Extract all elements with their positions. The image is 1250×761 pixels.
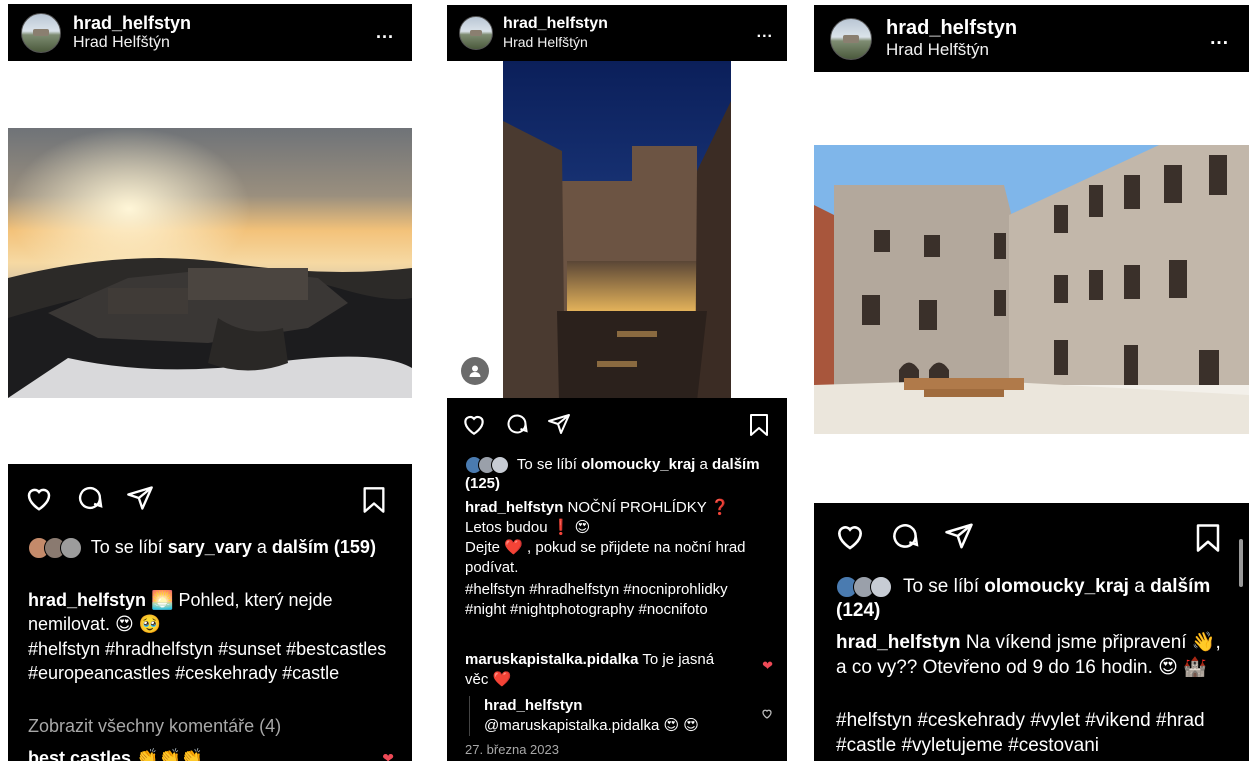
post-caption: hrad_helfstyn Na víkend jsme připravení …: [814, 630, 1249, 680]
post-username[interactable]: hrad_helfstyn: [886, 17, 1017, 40]
comment-like-icon[interactable]: ❤: [382, 750, 394, 761]
likes-prefix: To se líbí: [90, 537, 163, 557]
post-card-1: hrad_helfstyn Hrad Helfštýn ... To se lí…: [8, 4, 412, 761]
post-footer: To se líbí olomoucky_kraj a dalším (124)…: [814, 503, 1249, 761]
caption-username[interactable]: hrad_helfstyn: [465, 499, 563, 516]
post-card-2: hrad_helfstyn Hrad Helfštýn ... To se lí…: [447, 5, 787, 761]
comment-username[interactable]: best.castles: [28, 748, 131, 761]
likes-user-link[interactable]: olomoucky_kraj: [984, 576, 1129, 597]
share-icon[interactable]: [126, 484, 154, 512]
reply-like-icon[interactable]: [761, 706, 773, 724]
comment-icon[interactable]: [890, 521, 920, 551]
likes-and: a: [256, 537, 267, 557]
likes-and: a: [699, 456, 708, 473]
courtyard-day-image: [814, 145, 1249, 434]
likes-others-link[interactable]: dalším (159): [272, 537, 376, 557]
share-icon[interactable]: [547, 412, 571, 436]
comment-username[interactable]: maruskapistalka.pidalka: [465, 651, 638, 668]
likes-prefix: To se líbí: [516, 456, 577, 473]
reply-row: hrad_helfstyn @maruskapistalka.pidalka 😍…: [469, 696, 747, 736]
post-header: hrad_helfstyn Hrad Helfštýn ...: [8, 4, 412, 61]
night-courtyard-image: [447, 61, 787, 401]
post-footer: To se líbí sary_vary a dalším (159) hrad…: [8, 464, 412, 761]
bookmark-icon[interactable]: [749, 413, 769, 442]
likers-avatars[interactable]: [836, 575, 898, 598]
post-footer: To se líbí olomoucky_kraj a dalším (125)…: [447, 398, 787, 761]
post-hashtags[interactable]: #helfstyn #hradhelfstyn #sunset #bestcas…: [8, 637, 412, 685]
comment-text: 👏👏👏: [136, 748, 204, 761]
post-location[interactable]: Hrad Helfštýn: [73, 33, 191, 52]
likes-summary: To se líbí sary_vary a dalším (159): [8, 536, 412, 560]
bookmark-icon[interactable]: [1195, 523, 1221, 558]
action-bar: [834, 521, 974, 551]
post-photo[interactable]: [8, 128, 412, 398]
sunset-castle-image: [8, 128, 412, 398]
post-hashtags[interactable]: #helfstyn #ceskehrady #vylet #vikend #hr…: [814, 708, 1249, 758]
more-options-icon[interactable]: ...: [757, 24, 773, 42]
profile-avatar[interactable]: [21, 12, 61, 53]
post-header: hrad_helfstyn Hrad Helfštýn ...: [814, 5, 1249, 72]
profile-avatar[interactable]: [459, 16, 493, 50]
likes-summary: To se líbí olomoucky_kraj a dalším (125): [447, 455, 787, 493]
post-caption: hrad_helfstyn NOČNÍ PROHLÍDKY ❓ Letos bu…: [447, 498, 787, 538]
like-icon[interactable]: [834, 521, 866, 551]
caption-text-line-2: Dejte ❤️ , pokud se přijdete na noční hr…: [465, 539, 746, 576]
tagged-person-icon[interactable]: [461, 357, 489, 385]
action-bar: [461, 412, 571, 436]
post-header: hrad_helfstyn Hrad Helfštýn ...: [447, 5, 787, 61]
likers-avatars[interactable]: [28, 537, 86, 560]
caption-username[interactable]: hrad_helfstyn: [836, 632, 961, 653]
more-options-icon[interactable]: ...: [1210, 28, 1229, 50]
profile-avatar[interactable]: [830, 17, 872, 60]
post-location[interactable]: Hrad Helfštýn: [503, 34, 608, 51]
comment-row: maruskapistalka.pidalka To je jasná věc …: [447, 650, 787, 690]
post-location[interactable]: Hrad Helfštýn: [886, 40, 1017, 60]
bookmark-icon[interactable]: [362, 486, 386, 519]
likes-and: a: [1134, 576, 1145, 597]
post-date: 27. března 2023: [465, 742, 559, 757]
post-caption: hrad_helfstyn 🌅 Pohled, který nejde nemi…: [8, 588, 412, 636]
view-all-comments-link[interactable]: Zobrazit všechny komentáře (4): [8, 716, 412, 737]
like-icon[interactable]: [461, 412, 487, 436]
likers-avatars[interactable]: [465, 456, 513, 475]
post-photo[interactable]: [814, 145, 1249, 434]
post-username[interactable]: hrad_helfstyn: [73, 13, 191, 34]
comment-icon[interactable]: [505, 412, 529, 436]
more-options-icon[interactable]: ...: [376, 22, 394, 43]
likes-summary: To se líbí olomoucky_kraj a dalším (124): [814, 575, 1249, 623]
likes-user-link[interactable]: sary_vary: [168, 537, 252, 557]
post-hashtags[interactable]: #helfstyn #hradhelfstyn #nocniprohlidky …: [447, 580, 787, 620]
likes-user-link[interactable]: olomoucky_kraj: [581, 456, 695, 473]
comment-like-icon[interactable]: ❤: [762, 658, 773, 674]
post-photo[interactable]: [447, 61, 787, 401]
action-bar: [24, 484, 154, 512]
reply-username[interactable]: hrad_helfstyn: [484, 696, 747, 716]
caption-username[interactable]: hrad_helfstyn: [28, 590, 146, 610]
reply-text: @maruskapistalka.pidalka 😍 😍: [484, 717, 699, 734]
post-username[interactable]: hrad_helfstyn: [503, 15, 608, 33]
like-icon[interactable]: [24, 484, 54, 512]
share-icon[interactable]: [944, 521, 974, 551]
comment-icon[interactable]: [76, 484, 104, 512]
comment-row: best.castles 👏👏👏: [8, 748, 412, 761]
likes-prefix: To se líbí: [902, 576, 979, 597]
post-card-3: hrad_helfstyn Hrad Helfštýn ... To se lí…: [814, 5, 1249, 761]
